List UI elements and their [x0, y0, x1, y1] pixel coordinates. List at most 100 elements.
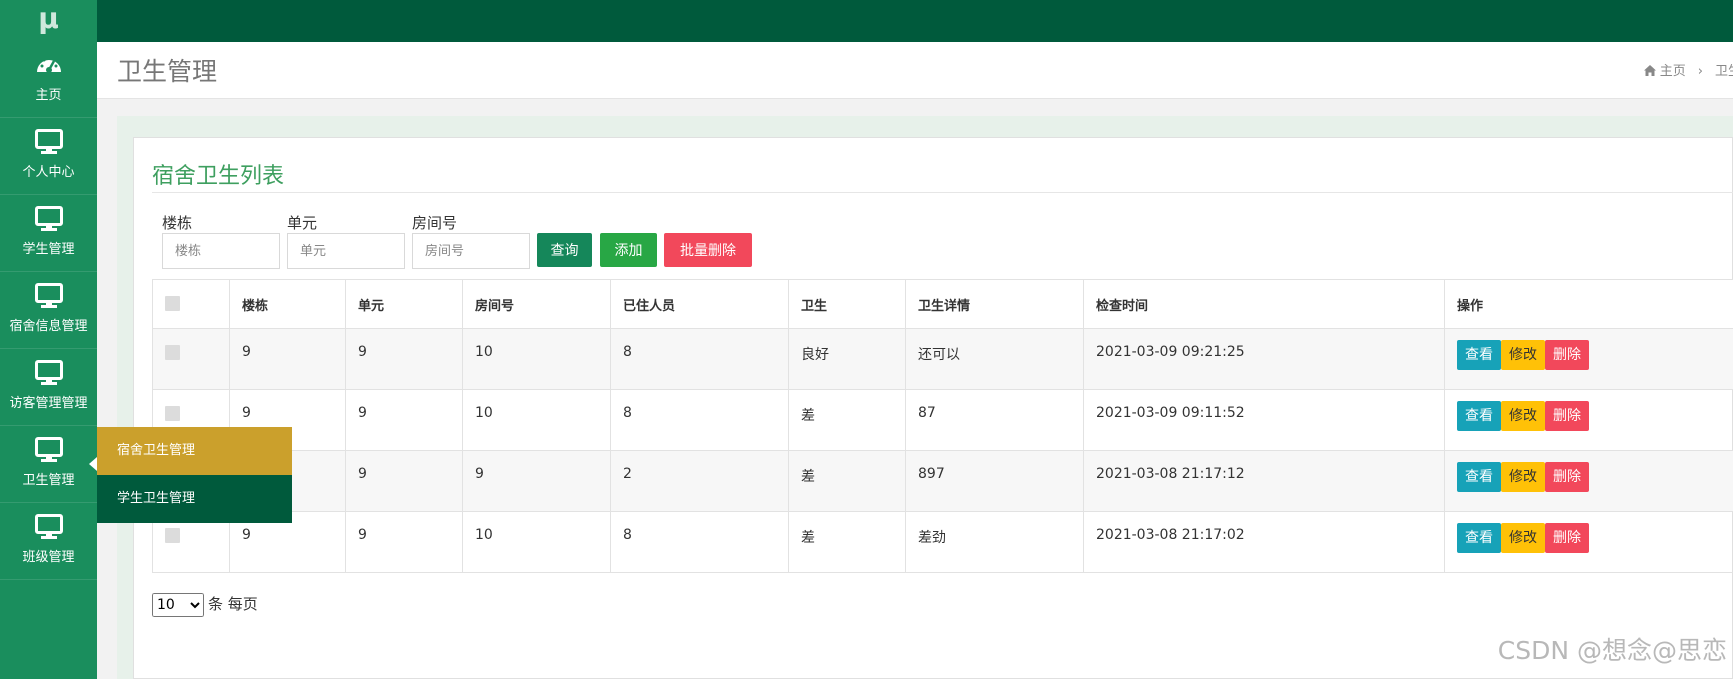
pagination: 10 条 每页: [152, 593, 258, 617]
monitor-icon: [34, 283, 63, 308]
detail-cell: 897: [905, 450, 1084, 512]
batch-delete-button[interactable]: 批量删除: [664, 233, 752, 267]
detail-cell: 还可以: [905, 328, 1084, 390]
column-header: 楼栋: [229, 279, 346, 329]
table-row: 9 9 2 差 897 2021-03-08 21:17:12 查看 修改 删除: [152, 450, 1733, 512]
column-header: 检查时间: [1083, 279, 1445, 329]
card-title: 宿舍卫生列表: [152, 164, 285, 189]
room-label: 房间号: [412, 214, 458, 232]
sidebar-item-students[interactable]: 学生管理: [0, 196, 97, 272]
actions-cell: 查看 修改 删除: [1444, 511, 1733, 573]
unit-cell: 9: [345, 328, 463, 390]
unit-cell: 9: [345, 450, 463, 512]
query-button[interactable]: 查询: [537, 233, 592, 267]
breadcrumb-separator: ›: [1697, 64, 1703, 79]
view-button[interactable]: 查看: [1457, 523, 1501, 553]
view-button[interactable]: 查看: [1457, 401, 1501, 431]
add-button[interactable]: 添加: [600, 233, 657, 267]
row-select-cell: [152, 328, 230, 390]
column-header: 卫生详情: [905, 279, 1084, 329]
unit-cell: 9: [345, 389, 463, 451]
submenu-item-student-hygiene[interactable]: 学生卫生管理: [97, 475, 292, 523]
building-input[interactable]: [162, 233, 280, 269]
breadcrumb: 主页 › 卫生: [1643, 60, 1733, 79]
delete-button[interactable]: 删除: [1545, 523, 1589, 553]
submenu-item-dorm-hygiene[interactable]: 宿舍卫生管理: [97, 427, 292, 475]
select-all-cell: [152, 279, 230, 329]
dashboard-icon: [36, 56, 61, 73]
room-cell: 10: [462, 511, 611, 573]
residents-cell: 8: [610, 389, 789, 451]
room-cell: 10: [462, 389, 611, 451]
list-card: 宿舍卫生列表 楼栋 单元 房间号 查询 添加 批量删除 楼栋 单元 房间号 已住…: [133, 137, 1733, 679]
delete-button[interactable]: 删除: [1545, 462, 1589, 492]
hygiene-submenu: 宿舍卫生管理 学生卫生管理: [97, 427, 292, 523]
column-header: 已住人员: [610, 279, 789, 329]
sidebar-item-home[interactable]: 主页: [0, 42, 97, 118]
page-size-select[interactable]: 10: [152, 593, 204, 617]
app-logo[interactable]: μ: [0, 0, 97, 42]
active-caret-icon: [89, 457, 97, 471]
sidebar-item-label: 卫生管理: [22, 473, 75, 488]
sidebar-item-hygiene[interactable]: 卫生管理: [0, 427, 97, 503]
table-row: 9 9 10 8 差 87 2021-03-09 09:11:52 查看 修改 删除: [152, 389, 1733, 451]
room-cell: 10: [462, 328, 611, 390]
card-divider: [152, 192, 1733, 193]
breadcrumb-home-link[interactable]: 主页: [1660, 64, 1686, 79]
time-cell: 2021-03-08 21:17:02: [1083, 511, 1445, 573]
delete-button[interactable]: 删除: [1545, 340, 1589, 370]
edit-button[interactable]: 修改: [1501, 462, 1545, 492]
residents-cell: 2: [610, 450, 789, 512]
sidebar-item-label: 班级管理: [22, 550, 75, 565]
room-input[interactable]: [412, 233, 530, 269]
sidebar-item-visitors[interactable]: 访客管理管理: [0, 350, 97, 426]
row-checkbox[interactable]: [165, 528, 180, 543]
row-checkbox[interactable]: [165, 345, 180, 360]
sidebar-item-dorm-info[interactable]: 宿舍信息管理: [0, 273, 97, 349]
sidebar-item-profile[interactable]: 个人中心: [0, 119, 97, 195]
detail-cell: 差劲: [905, 511, 1084, 573]
actions-cell: 查看 修改 删除: [1444, 389, 1733, 451]
time-cell: 2021-03-09 09:21:25: [1083, 328, 1445, 390]
unit-cell: 9: [345, 511, 463, 573]
column-header: 房间号: [462, 279, 611, 329]
page-title: 卫生管理: [117, 57, 218, 86]
actions-cell: 查看 修改 删除: [1444, 328, 1733, 390]
actions-cell: 查看 修改 删除: [1444, 450, 1733, 512]
column-header: 单元: [345, 279, 463, 329]
sidebar-item-label: 学生管理: [22, 242, 75, 257]
table-row: 9 9 10 8 良好 还可以 2021-03-09 09:21:25 查看 修改…: [152, 328, 1733, 390]
hygiene-table: 楼栋 单元 房间号 已住人员 卫生 卫生详情 检查时间 操作 9 9 10 8 …: [152, 279, 1733, 573]
delete-button[interactable]: 删除: [1545, 401, 1589, 431]
hygiene-cell: 差: [788, 389, 906, 451]
time-cell: 2021-03-09 09:11:52: [1083, 389, 1445, 451]
table-row: 9 9 10 8 差 差劲 2021-03-08 21:17:02 查看 修改 删除: [152, 511, 1733, 573]
sidebar-item-label: 个人中心: [22, 165, 75, 180]
edit-button[interactable]: 修改: [1501, 401, 1545, 431]
monitor-icon: [34, 360, 63, 385]
sidebar-item-classes[interactable]: 班级管理: [0, 504, 97, 580]
room-cell: 9: [462, 450, 611, 512]
unit-input[interactable]: [287, 233, 405, 269]
edit-button[interactable]: 修改: [1501, 340, 1545, 370]
building-label: 楼栋: [162, 214, 193, 232]
sidebar-item-label: 宿舍信息管理: [9, 319, 88, 334]
column-header: 操作: [1444, 279, 1733, 329]
view-button[interactable]: 查看: [1457, 340, 1501, 370]
building-cell: 9: [229, 328, 346, 390]
select-all-checkbox[interactable]: [165, 295, 180, 311]
sidebar-item-label: 访客管理管理: [9, 396, 88, 411]
column-header: 卫生: [788, 279, 906, 329]
view-button[interactable]: 查看: [1457, 462, 1501, 492]
home-icon: [1643, 65, 1656, 76]
page-header: 卫生管理 主页 › 卫生: [97, 42, 1733, 99]
monitor-icon: [34, 129, 63, 154]
hygiene-cell: 差: [788, 450, 906, 512]
sidebar-item-label: 主页: [35, 88, 62, 103]
row-checkbox[interactable]: [165, 406, 180, 421]
edit-button[interactable]: 修改: [1501, 523, 1545, 553]
hygiene-cell: 良好: [788, 328, 906, 390]
table-header-row: 楼栋 单元 房间号 已住人员 卫生 卫生详情 检查时间 操作: [152, 279, 1733, 329]
page-size-suffix: 条 每页: [208, 595, 258, 613]
time-cell: 2021-03-08 21:17:12: [1083, 450, 1445, 512]
